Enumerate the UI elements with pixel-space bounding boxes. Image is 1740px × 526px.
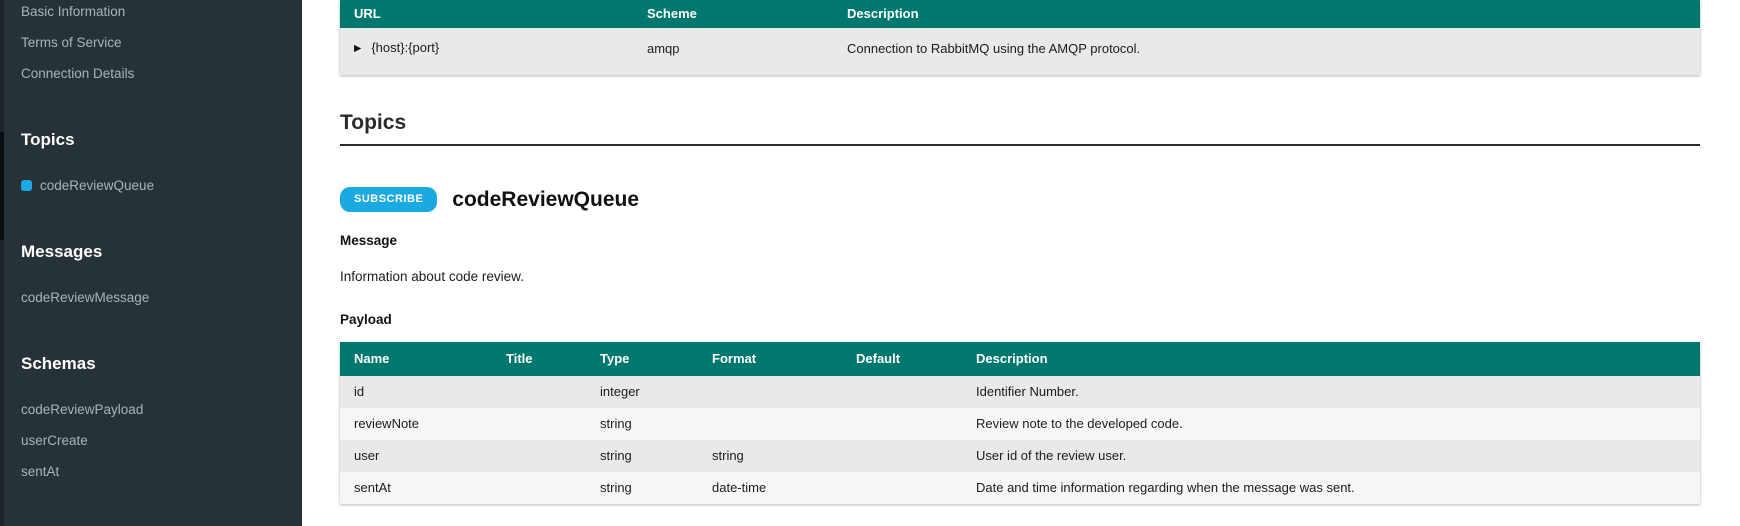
servers-col-url: URL [340, 0, 633, 28]
cell-default [842, 408, 962, 440]
server-url: {host}:{port} [371, 40, 439, 55]
sidebar-scrollbar-thumb[interactable] [0, 132, 4, 240]
topic-name: codeReviewQueue [452, 187, 639, 212]
payload-label: Payload [340, 312, 1700, 327]
sidebar-item-label: codeReviewQueue [40, 178, 154, 193]
payload-row-reviewnote: reviewNote string Review note to the dev… [340, 408, 1700, 440]
servers-col-description: Description [833, 0, 1700, 28]
cell-title [492, 376, 586, 408]
cell-type: string [586, 440, 698, 472]
payload-table-header-row: Name Title Type Format Default Descripti… [340, 342, 1700, 376]
servers-panel: URL Scheme Description ▶ {host}:{port} am… [340, 0, 1700, 75]
expand-row-icon[interactable]: ▶ [354, 41, 361, 56]
server-description-cell: Connection to RabbitMQ using the AMQP pr… [833, 28, 1700, 75]
sidebar: Basic Information Terms of Service Conne… [0, 0, 302, 526]
sidebar-nav: Basic Information Terms of Service Conne… [0, 0, 302, 481]
cell-default [842, 376, 962, 408]
cell-format [698, 376, 842, 408]
servers-table: URL Scheme Description ▶ {host}:{port} am… [340, 0, 1700, 75]
sidebar-item-usercreate[interactable]: userCreate [21, 431, 292, 450]
cell-title [492, 472, 586, 504]
sidebar-scrollbar[interactable] [0, 0, 4, 526]
cell-default [842, 472, 962, 504]
cell-type: string [586, 408, 698, 440]
sidebar-item-basic-information[interactable]: Basic Information [21, 2, 292, 21]
servers-table-header-row: URL Scheme Description [340, 0, 1700, 28]
payload-col-type: Type [586, 342, 698, 376]
sidebar-section-topics: Topics [21, 129, 292, 151]
cell-name: id [340, 376, 492, 408]
sidebar-section-schemas: Schemas [21, 353, 292, 375]
cell-description: Review note to the developed code. [962, 408, 1700, 440]
server-row[interactable]: ▶ {host}:{port} amqp Connection to Rabbit… [340, 28, 1700, 75]
cell-type: string [586, 472, 698, 504]
message-label: Message [340, 233, 1700, 248]
sidebar-item-sentat[interactable]: sentAt [21, 462, 292, 481]
sidebar-item-codereviewpayload[interactable]: codeReviewPayload [21, 400, 292, 419]
cell-format: string [698, 440, 842, 472]
payload-col-name: Name [340, 342, 492, 376]
payload-row-user: user string string User id of the review… [340, 440, 1700, 472]
server-scheme-cell: amqp [633, 28, 833, 75]
cell-name: sentAt [340, 472, 492, 504]
payload-col-description: Description [962, 342, 1700, 376]
cell-title [492, 408, 586, 440]
main-content: URL Scheme Description ▶ {host}:{port} am… [302, 0, 1740, 526]
cell-description: Date and time information regarding when… [962, 472, 1700, 504]
sidebar-item-connection-details[interactable]: Connection Details [21, 64, 292, 83]
cell-format [698, 408, 842, 440]
payload-col-title: Title [492, 342, 586, 376]
message-description: Information about code review. [340, 269, 1700, 284]
payload-table: Name Title Type Format Default Descripti… [340, 342, 1700, 504]
sidebar-item-codereviewmessage[interactable]: codeReviewMessage [21, 288, 292, 307]
cell-description: Identifier Number. [962, 376, 1700, 408]
payload-row-sentat: sentAt string date-time Date and time in… [340, 472, 1700, 504]
cell-name: reviewNote [340, 408, 492, 440]
topic-dot-icon [21, 180, 32, 191]
payload-col-default: Default [842, 342, 962, 376]
cell-default [842, 440, 962, 472]
server-url-cell: ▶ {host}:{port} [340, 28, 633, 75]
topics-heading: Topics [340, 111, 1700, 146]
cell-type: integer [586, 376, 698, 408]
sidebar-item-codereviewqueue[interactable]: codeReviewQueue [21, 176, 292, 195]
sidebar-section-messages: Messages [21, 241, 292, 263]
cell-name: user [340, 440, 492, 472]
cell-format: date-time [698, 472, 842, 504]
sidebar-item-terms-of-service[interactable]: Terms of Service [21, 33, 292, 52]
topic-header: SUBSCRIBE codeReviewQueue [340, 187, 1700, 212]
payload-row-id: id integer Identifier Number. [340, 376, 1700, 408]
payload-panel: Name Title Type Format Default Descripti… [340, 342, 1700, 504]
cell-title [492, 440, 586, 472]
subscribe-badge: SUBSCRIBE [340, 187, 437, 212]
servers-col-scheme: Scheme [633, 0, 833, 28]
cell-description: User id of the review user. [962, 440, 1700, 472]
payload-col-format: Format [698, 342, 842, 376]
